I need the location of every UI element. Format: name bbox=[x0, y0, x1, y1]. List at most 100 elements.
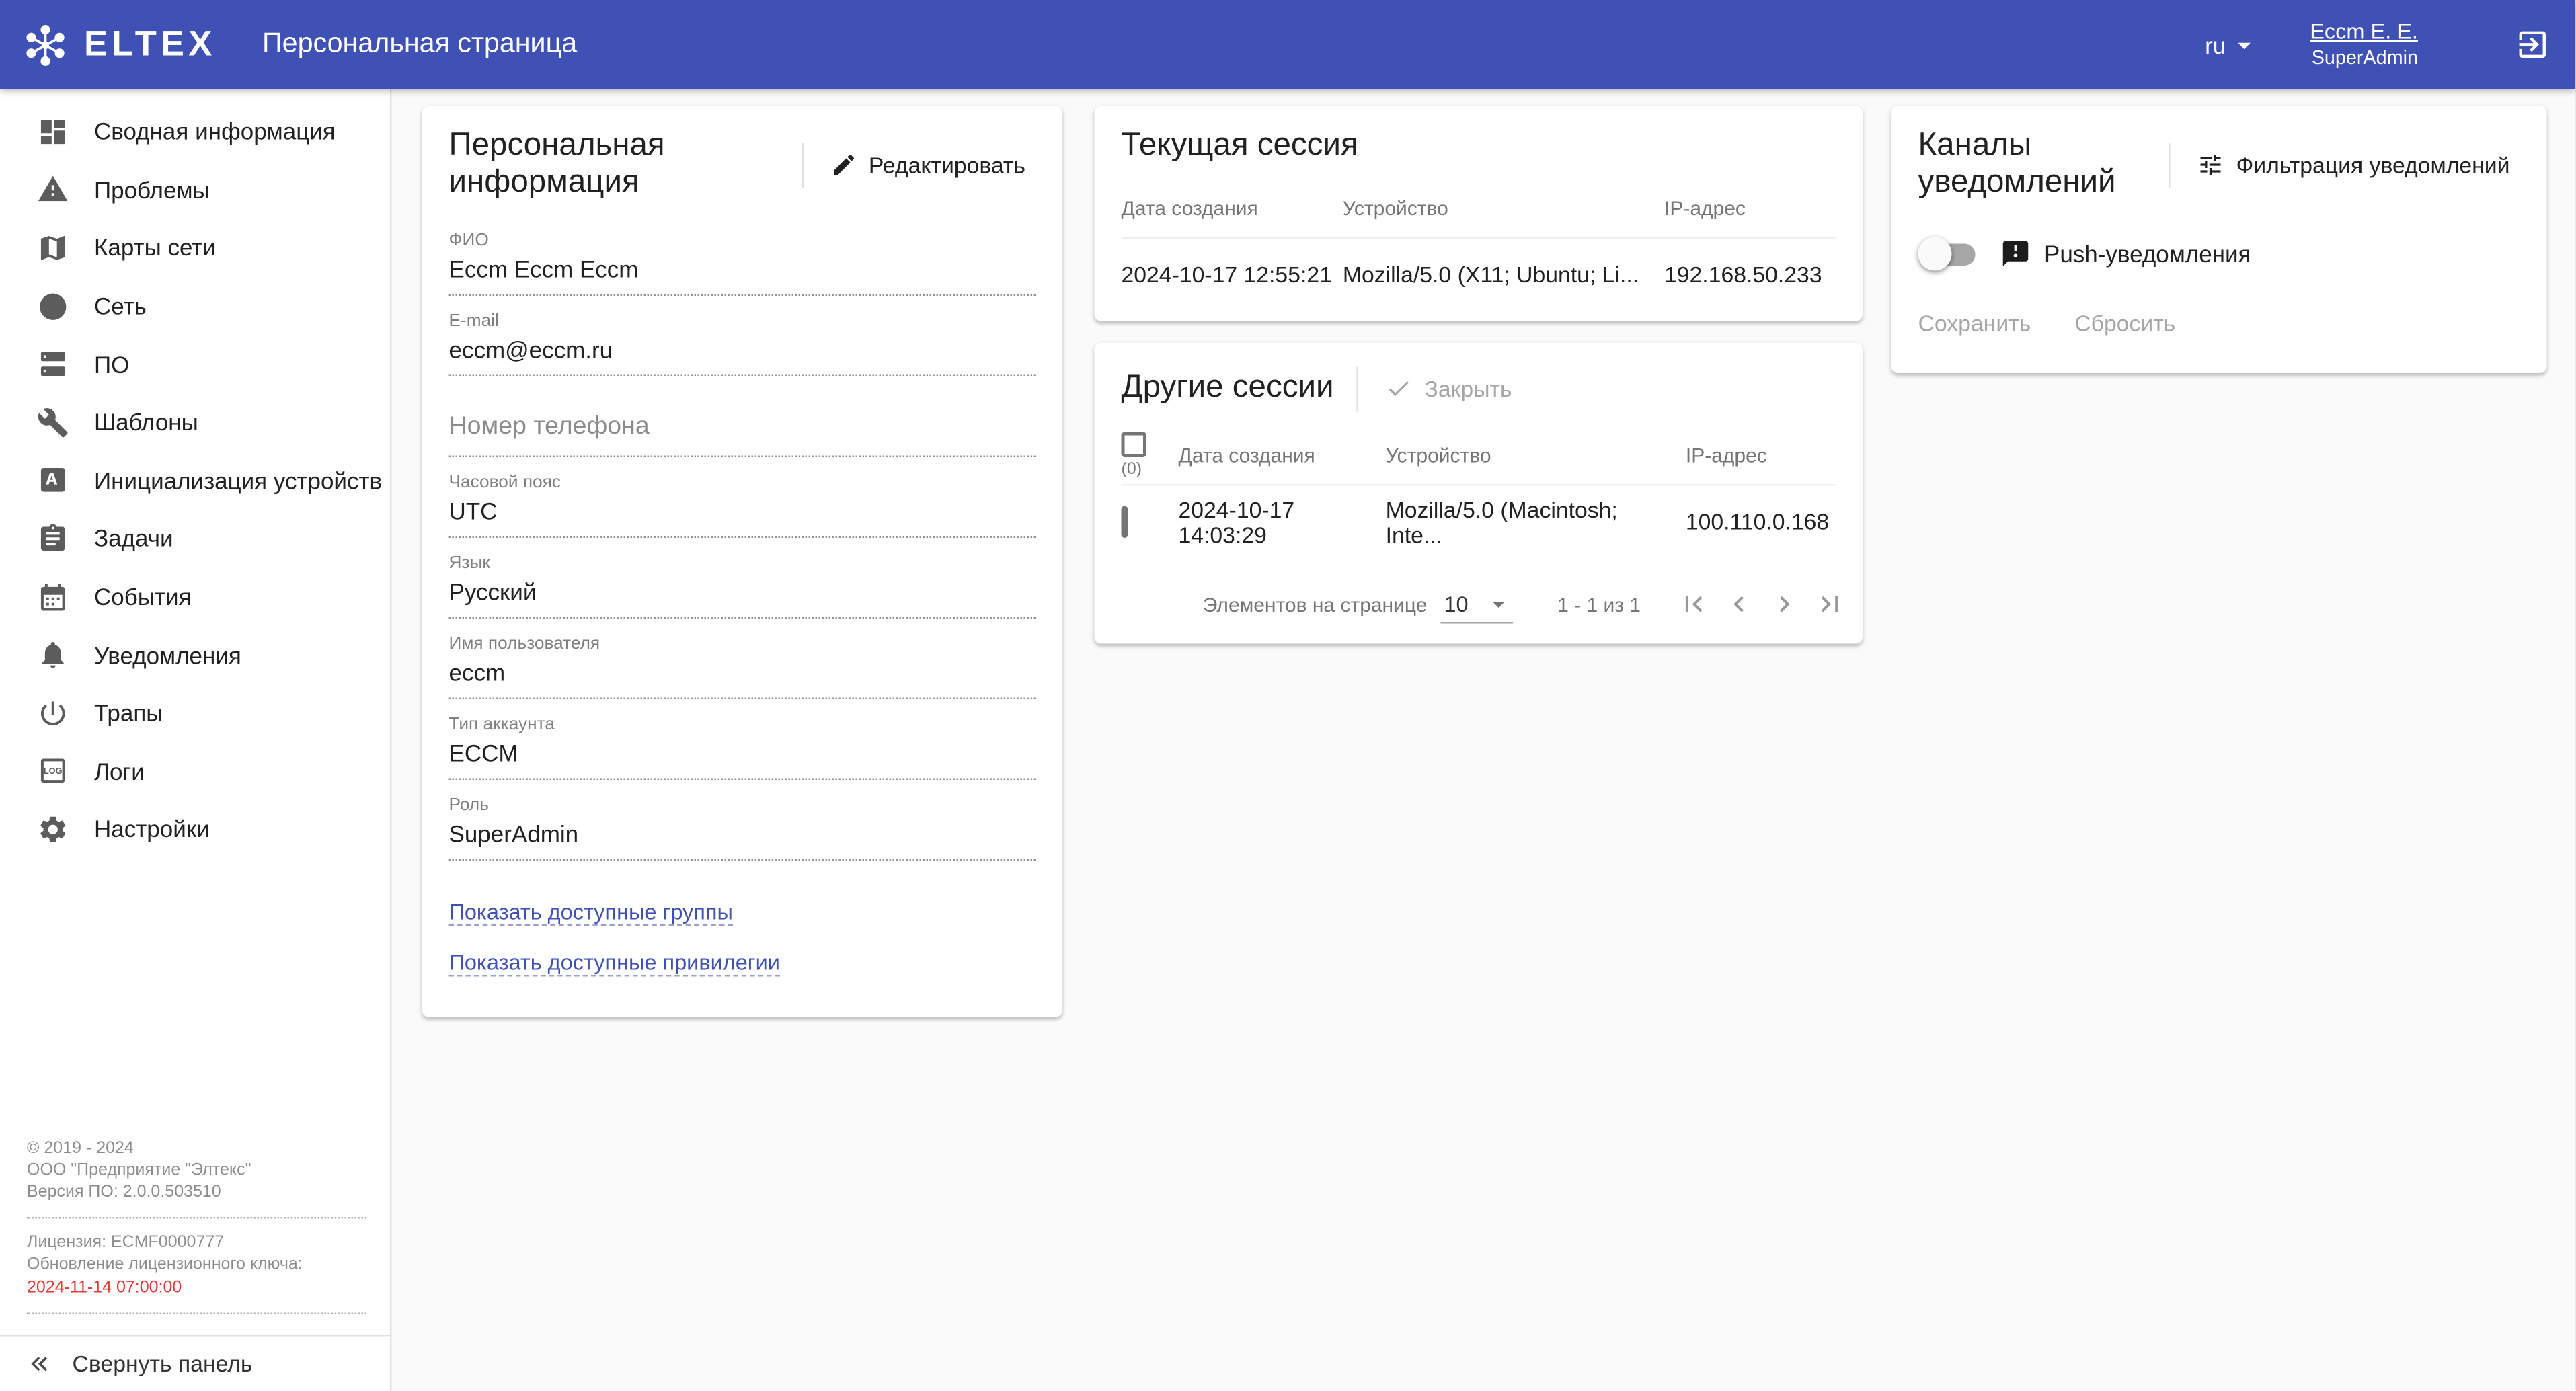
push-toggle-label: Push-уведомления bbox=[2044, 241, 2251, 268]
copyright: © 2019 - 2024 bbox=[27, 1137, 366, 1159]
user-role: SuperAdmin bbox=[2310, 46, 2418, 73]
traps-icon bbox=[36, 695, 71, 731]
network-map-icon bbox=[36, 230, 71, 266]
table-row: 2024-10-17 12:55:21 Mozilla/5.0 (X11; Ub… bbox=[1122, 237, 1836, 311]
divider bbox=[27, 1216, 366, 1218]
other-sessions-table: (0) Дата создания Устройство IP-адрес 20… bbox=[1095, 427, 1863, 568]
field-language: Язык Русский bbox=[449, 553, 1036, 619]
svg-text:LOG: LOG bbox=[44, 766, 63, 777]
divider bbox=[2169, 142, 2171, 188]
push-toggle[interactable] bbox=[1918, 237, 1979, 271]
license-update-date: 2024-11-14 07:00:00 bbox=[27, 1277, 366, 1299]
push-notifications-icon bbox=[2000, 239, 2031, 269]
select-all-checkbox[interactable] bbox=[1122, 432, 1147, 458]
logs-icon: LOG bbox=[36, 754, 71, 789]
sidebar-footer: © 2019 - 2024 ООО "Предприятие "Элтекс" … bbox=[0, 1137, 390, 1334]
next-page-button[interactable] bbox=[1762, 582, 1807, 627]
edit-button[interactable]: Редактировать bbox=[820, 141, 1036, 188]
sidebar-item-device-init[interactable]: Инициализация устройств bbox=[0, 451, 390, 509]
language-value: ru bbox=[2205, 31, 2226, 58]
chevron-down-icon bbox=[1485, 589, 1514, 618]
company: ООО "Предприятие "Элтекс" bbox=[27, 1159, 366, 1181]
reset-button[interactable]: Сбросить bbox=[2064, 301, 2185, 347]
field-phone: Номер телефона bbox=[449, 392, 1036, 458]
eltex-logo: ELTEX bbox=[0, 19, 249, 70]
notification-filter-button[interactable]: Фильтрация уведомлений bbox=[2187, 141, 2520, 188]
software-icon bbox=[36, 346, 71, 382]
app-header: ELTEX Персональная страница ru Eccm E. E… bbox=[0, 0, 2576, 89]
save-button[interactable]: Сохранить bbox=[1908, 301, 2041, 347]
sidebar-item-network[interactable]: Сеть bbox=[0, 277, 390, 335]
user-menu[interactable]: Eccm E. E. SuperAdmin bbox=[2310, 17, 2418, 73]
pagination: Элементов на странице 10 1 - 1 из 1 bbox=[1095, 568, 1863, 644]
current-session-card: Текущая сессия Дата создания Устройство … bbox=[1095, 106, 1863, 321]
pencil-icon bbox=[830, 151, 857, 178]
settings-icon bbox=[36, 811, 71, 847]
sidebar-item-traps[interactable]: Трапы bbox=[0, 684, 390, 742]
sidebar-item-events[interactable]: События bbox=[0, 567, 390, 625]
push-toggle-row: Push-уведомления bbox=[1891, 217, 2547, 288]
selected-count: (0) bbox=[1122, 461, 1142, 479]
show-privileges-link[interactable]: Показать доступные привилегии bbox=[449, 950, 780, 977]
prev-page-button[interactable] bbox=[1717, 582, 1762, 627]
page-title: Персональная страница bbox=[262, 29, 577, 61]
logout-icon bbox=[2515, 27, 2550, 63]
other-sessions-card: Другие сессии Закрыть (0) Дата создания bbox=[1095, 343, 1863, 644]
globe-icon bbox=[36, 288, 71, 324]
logout-button[interactable] bbox=[2499, 11, 2566, 78]
tasks-icon bbox=[36, 521, 71, 557]
problems-icon bbox=[36, 172, 71, 208]
eltex-logo-icon bbox=[20, 19, 71, 70]
license: Лицензия: ECMF0000777 bbox=[27, 1231, 366, 1253]
bell-icon bbox=[36, 637, 71, 673]
sidebar-item-templates[interactable]: Шаблоны bbox=[0, 393, 390, 451]
first-page-button[interactable] bbox=[1671, 582, 1717, 627]
sidebar-item-summary[interactable]: Сводная информация bbox=[0, 103, 390, 161]
main-content: Персональная информация Редактировать ФИ… bbox=[392, 89, 2576, 1391]
app-root: ELTEX Персональная страница ru Eccm E. E… bbox=[0, 0, 2576, 1391]
language-selector[interactable]: ru bbox=[2205, 30, 2259, 60]
device-init-icon bbox=[36, 463, 71, 498]
last-page-button[interactable] bbox=[1807, 582, 1853, 627]
sidebar-item-settings[interactable]: Настройки bbox=[0, 800, 390, 858]
calendar-icon bbox=[36, 579, 71, 614]
current-session-table: Дата создания Устройство IP-адрес 2024-1… bbox=[1095, 180, 1863, 321]
software-version: Версия ПО: 2.0.0.503510 bbox=[27, 1181, 366, 1203]
toggle-thumb bbox=[1918, 237, 1952, 271]
sidebar-item-logs[interactable]: LOG Логи bbox=[0, 742, 390, 800]
wrench-icon bbox=[36, 405, 71, 440]
sidebar-nav: Сводная информация Проблемы Карты сети С… bbox=[0, 89, 390, 859]
sidebar-item-tasks[interactable]: Задачи bbox=[0, 510, 390, 567]
field-username: Имя пользователя eccm bbox=[449, 634, 1036, 700]
table-header: Дата создания Устройство IP-адрес bbox=[1122, 180, 1836, 237]
items-per-page-select[interactable]: 10 bbox=[1440, 586, 1514, 623]
divider bbox=[802, 142, 804, 188]
sidebar-item-software[interactable]: ПО bbox=[0, 335, 390, 393]
user-name-link[interactable]: Eccm E. E. bbox=[2310, 17, 2418, 46]
show-groups-link[interactable]: Показать доступные группы bbox=[449, 900, 733, 926]
double-chevron-left-icon bbox=[26, 1349, 54, 1378]
chevron-right-icon bbox=[1768, 588, 1801, 621]
last-page-icon bbox=[1814, 588, 1846, 621]
sidebar-item-notifications[interactable]: Уведомления bbox=[0, 626, 390, 684]
field-timezone: Часовой пояс UTC bbox=[449, 473, 1036, 539]
close-sessions-button[interactable]: Закрыть bbox=[1376, 365, 1522, 412]
collapse-panel-button[interactable]: Свернуть панель bbox=[0, 1334, 390, 1391]
first-page-icon bbox=[1678, 588, 1710, 621]
divider bbox=[1358, 366, 1360, 411]
table-header: (0) Дата создания Устройство IP-адрес bbox=[1122, 427, 1836, 484]
sidebar-item-network-maps[interactable]: Карты сети bbox=[0, 218, 390, 276]
collapse-panel-label: Свернуть панель bbox=[73, 1351, 253, 1376]
logo-text: ELTEX bbox=[84, 24, 217, 65]
chevron-left-icon bbox=[1723, 588, 1756, 621]
field-email: E-mail eccm@eccm.ru bbox=[449, 311, 1036, 377]
tune-icon bbox=[2197, 151, 2224, 178]
notification-channels-card: Каналы уведомлений Фильтрация уведомлени… bbox=[1891, 106, 2547, 374]
personal-info-title: Персональная информация bbox=[449, 128, 778, 202]
chevron-down-icon bbox=[2229, 30, 2259, 60]
page-range: 1 - 1 из 1 bbox=[1557, 592, 1641, 616]
sidebar-item-problems[interactable]: Проблемы bbox=[0, 161, 390, 218]
field-role: Роль SuperAdmin bbox=[449, 795, 1036, 861]
row-checkbox[interactable] bbox=[1122, 506, 1128, 539]
personal-info-card: Персональная информация Редактировать ФИ… bbox=[422, 106, 1063, 1017]
